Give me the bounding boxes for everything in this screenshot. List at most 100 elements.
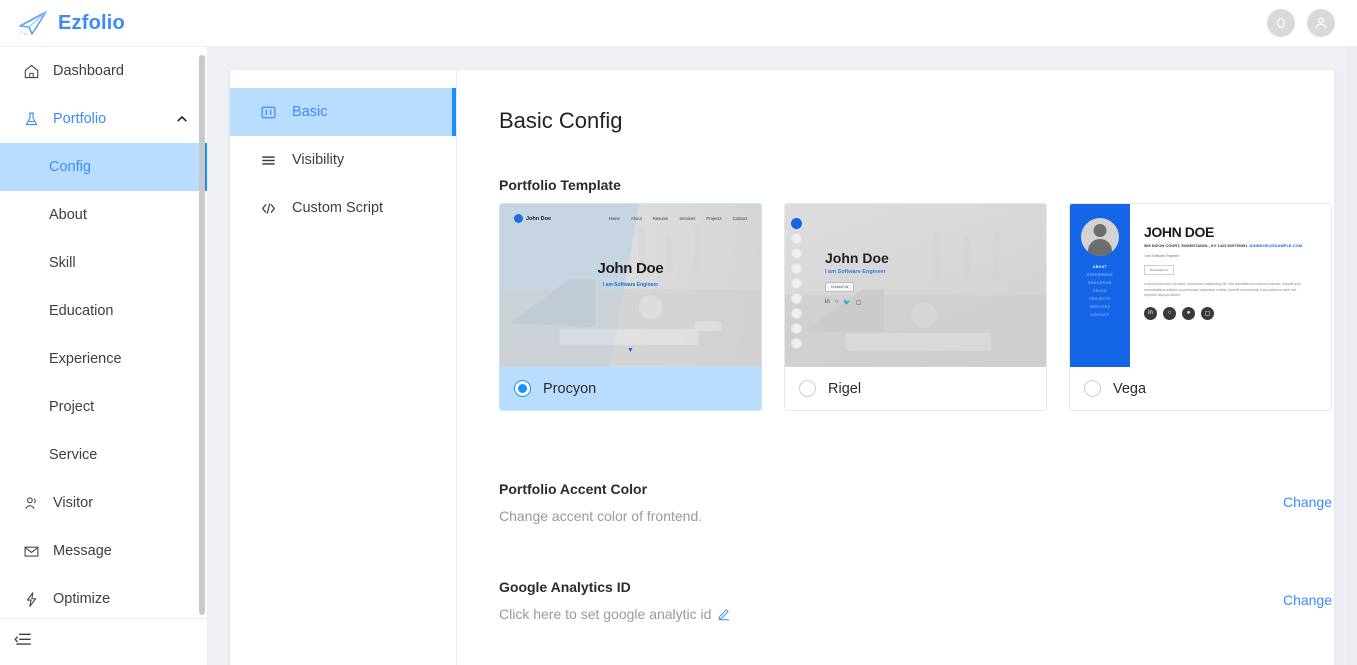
setting-texts: Portfolio Accent Color Change accent col… bbox=[499, 481, 1283, 524]
sidebar-subitem-label: Skill bbox=[49, 255, 76, 271]
setting-description[interactable]: Click here to set google analytic id bbox=[499, 606, 1283, 622]
template-card-rigel[interactable]: John Doe I am Software Engineer Contact … bbox=[784, 203, 1047, 411]
sidebar-item-skill[interactable]: Skill bbox=[0, 239, 207, 287]
sidebar-item-about[interactable]: About bbox=[0, 191, 207, 239]
nav-link: Services bbox=[679, 216, 696, 221]
sidebar-item-optimize[interactable]: Optimize bbox=[0, 575, 207, 617]
top-header: Ezfolio bbox=[0, 0, 1357, 47]
change-accent-color-button[interactable]: Change bbox=[1283, 481, 1332, 510]
procyon-hero-name: John Doe bbox=[597, 260, 664, 277]
vega-nav-items: ABOUT EXPERIENCE EDUCATION SKILLS PROJEC… bbox=[1087, 265, 1113, 317]
vega-address: 589 NIZON COURT, ENSENTANGL, KY 1423 505… bbox=[1144, 243, 1331, 248]
twitter-icon: 🐦 bbox=[843, 300, 851, 306]
template-radio-rigel[interactable] bbox=[799, 380, 816, 397]
template-card-vega[interactable]: ABOUT EXPERIENCE EDUCATION SKILLS PROJEC… bbox=[1069, 203, 1332, 411]
header-actions bbox=[1267, 9, 1357, 37]
notification-icon[interactable] bbox=[1267, 9, 1295, 37]
home-icon bbox=[22, 62, 40, 80]
vega-nav-item: SKILLS bbox=[1093, 289, 1107, 293]
user-avatar-icon[interactable] bbox=[1307, 9, 1335, 37]
template-name: Procyon bbox=[543, 380, 597, 397]
linkedin-icon: in bbox=[825, 299, 830, 305]
brand[interactable]: Ezfolio bbox=[0, 10, 125, 36]
code-icon bbox=[260, 201, 276, 216]
tab-basic[interactable]: Basic bbox=[230, 88, 456, 136]
template-footer-rigel: Rigel bbox=[785, 367, 1046, 410]
page-title: Basic Config bbox=[499, 108, 623, 133]
procyon-navbar: John Doe Home About Resume Services Proj… bbox=[500, 214, 761, 223]
vega-nav-item: PROJECTS bbox=[1089, 297, 1111, 301]
linkedin-icon: in bbox=[1144, 306, 1157, 320]
github-icon: ○ bbox=[834, 299, 839, 305]
collapse-menu-icon[interactable] bbox=[14, 630, 33, 654]
vega-hero-name: JOHN DOE bbox=[1144, 224, 1214, 240]
setting-title: Portfolio Accent Color bbox=[499, 481, 648, 497]
setting-description: Change accent color of frontend. bbox=[499, 508, 1283, 524]
sidebar-scroll-area: Dashboard Portfolio Config About Skill E… bbox=[0, 47, 207, 617]
vega-address-text: 589 NIZON COURT, ENSENTANGL, KY 1423 505… bbox=[1144, 243, 1249, 248]
chevron-down-icon: ▼ bbox=[627, 347, 634, 354]
paper-plane-icon bbox=[18, 10, 48, 36]
sidebar-scrollbar[interactable] bbox=[199, 55, 205, 615]
template-radio-procyon[interactable] bbox=[514, 380, 531, 397]
sidebar-item-visitor[interactable]: Visitor bbox=[0, 479, 207, 527]
pencil-edit-icon[interactable] bbox=[717, 607, 731, 621]
chevron-up-icon[interactable] bbox=[176, 113, 188, 125]
tab-label: Custom Script bbox=[292, 200, 384, 216]
procyon-logo-text: John Doe bbox=[526, 215, 552, 222]
sidebar-item-portfolio[interactable]: Portfolio bbox=[0, 95, 207, 143]
config-panel: Basic Visibility Custom Script Basic Con… bbox=[230, 70, 1334, 665]
nav-link: Resume bbox=[652, 216, 669, 221]
sidebar-item-label: Optimize bbox=[53, 591, 111, 607]
tab-label: Basic bbox=[292, 104, 328, 120]
brand-name: Ezfolio bbox=[58, 11, 125, 34]
change-google-analytics-button[interactable]: Change bbox=[1283, 579, 1332, 608]
vega-avatar bbox=[1081, 218, 1119, 256]
twitter-icon: ● bbox=[1182, 306, 1195, 320]
rail-dot bbox=[791, 308, 802, 319]
template-preview-procyon: John Doe Home About Resume Services Proj… bbox=[500, 204, 761, 367]
template-preview-vega: ABOUT EXPERIENCE EDUCATION SKILLS PROJEC… bbox=[1070, 204, 1331, 367]
rail-dot bbox=[791, 323, 802, 334]
procyon-nav-links: Home About Resume Services Projects Cont… bbox=[609, 216, 747, 221]
template-card-procyon[interactable]: John Doe Home About Resume Services Proj… bbox=[499, 203, 762, 411]
rail-dot bbox=[791, 338, 802, 349]
template-list: John Doe Home About Resume Services Proj… bbox=[499, 203, 1332, 411]
sidebar-item-label: Visitor bbox=[53, 495, 94, 511]
vega-preview-canvas: ABOUT EXPERIENCE EDUCATION SKILLS PROJEC… bbox=[1070, 204, 1331, 367]
vega-sidebar: ABOUT EXPERIENCE EDUCATION SKILLS PROJEC… bbox=[1070, 204, 1130, 367]
setting-title: Google Analytics ID bbox=[499, 579, 631, 595]
page-scrollbar[interactable] bbox=[1346, 47, 1357, 665]
rigel-social-icons: in ○ 🐦 ▢ bbox=[825, 299, 889, 306]
sidebar-item-project[interactable]: Project bbox=[0, 383, 207, 431]
vega-nav-item: SERVICES bbox=[1089, 305, 1111, 309]
procyon-hero-role: I am Software Engineer bbox=[602, 282, 659, 288]
instagram-icon: ▢ bbox=[1201, 306, 1214, 320]
template-name: Rigel bbox=[828, 380, 862, 397]
vega-nav-item: CONTACT bbox=[1090, 313, 1110, 317]
vega-email: JOHNDOE@EXAMPLE.COM bbox=[1248, 243, 1303, 248]
tab-custom-script[interactable]: Custom Script bbox=[230, 184, 456, 232]
sidebar-item-message[interactable]: Message bbox=[0, 527, 207, 575]
sidebar-item-experience[interactable]: Experience bbox=[0, 335, 207, 383]
tab-visibility[interactable]: Visibility bbox=[230, 136, 456, 184]
rail-dot bbox=[791, 293, 802, 304]
rail-dot bbox=[791, 248, 802, 259]
sidebar-item-dashboard[interactable]: Dashboard bbox=[0, 47, 207, 95]
instagram-icon: ▢ bbox=[855, 300, 862, 306]
sidebar-item-label: Dashboard bbox=[53, 63, 124, 79]
template-radio-vega[interactable] bbox=[1084, 380, 1101, 397]
flask-icon bbox=[22, 110, 40, 128]
config-content: Basic Config Portfolio Template John Doe… bbox=[457, 70, 1334, 665]
template-preview-rigel: John Doe I am Software Engineer Contact … bbox=[785, 204, 1046, 367]
rail-dot-active bbox=[791, 218, 802, 229]
layout-icon bbox=[260, 105, 276, 120]
nav-link: Projects bbox=[706, 216, 722, 221]
sidebar-item-label: Portfolio bbox=[53, 111, 107, 127]
sidebar-item-service[interactable]: Service bbox=[0, 431, 207, 479]
visitors-icon bbox=[22, 494, 40, 512]
sidebar-item-config[interactable]: Config bbox=[0, 143, 207, 191]
rail-dot bbox=[791, 263, 802, 274]
sidebar: Dashboard Portfolio Config About Skill E… bbox=[0, 47, 208, 665]
sidebar-item-education[interactable]: Education bbox=[0, 287, 207, 335]
